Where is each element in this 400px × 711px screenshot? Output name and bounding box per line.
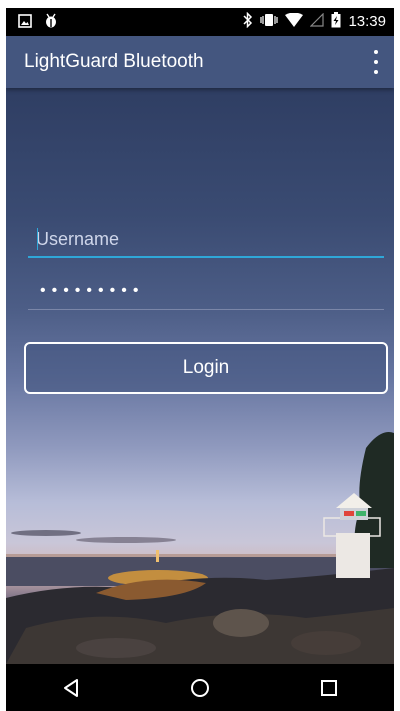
password-masked-value: ••••••••• xyxy=(40,282,145,299)
status-time: 13:39 xyxy=(348,13,386,30)
password-field[interactable]: ••••••••• xyxy=(28,274,384,310)
android-debug-icon xyxy=(44,13,58,34)
cell-signal-icon xyxy=(310,12,325,32)
phone-screen: 13:39 LightGuard Bluetooth Username ••••… xyxy=(6,8,394,711)
login-button[interactable]: Login xyxy=(24,342,388,394)
overflow-menu-icon[interactable] xyxy=(368,50,384,74)
app-toolbar: LightGuard Bluetooth xyxy=(6,36,394,88)
text-cursor xyxy=(37,228,38,250)
status-bar: 13:39 xyxy=(6,8,394,36)
recents-icon[interactable] xyxy=(309,668,349,708)
background-scene: ••••••••• Login xyxy=(6,88,394,664)
username-field[interactable] xyxy=(28,222,384,258)
back-icon[interactable] xyxy=(51,668,91,708)
username-input[interactable] xyxy=(28,222,384,256)
image-icon xyxy=(18,14,32,33)
vibrate-icon xyxy=(260,13,279,32)
bluetooth-icon xyxy=(243,11,253,33)
navigation-bar xyxy=(6,664,394,711)
app-title: LightGuard Bluetooth xyxy=(24,51,204,72)
home-icon[interactable] xyxy=(180,668,220,708)
battery-charging-icon xyxy=(331,11,341,33)
wifi-icon xyxy=(285,12,304,32)
